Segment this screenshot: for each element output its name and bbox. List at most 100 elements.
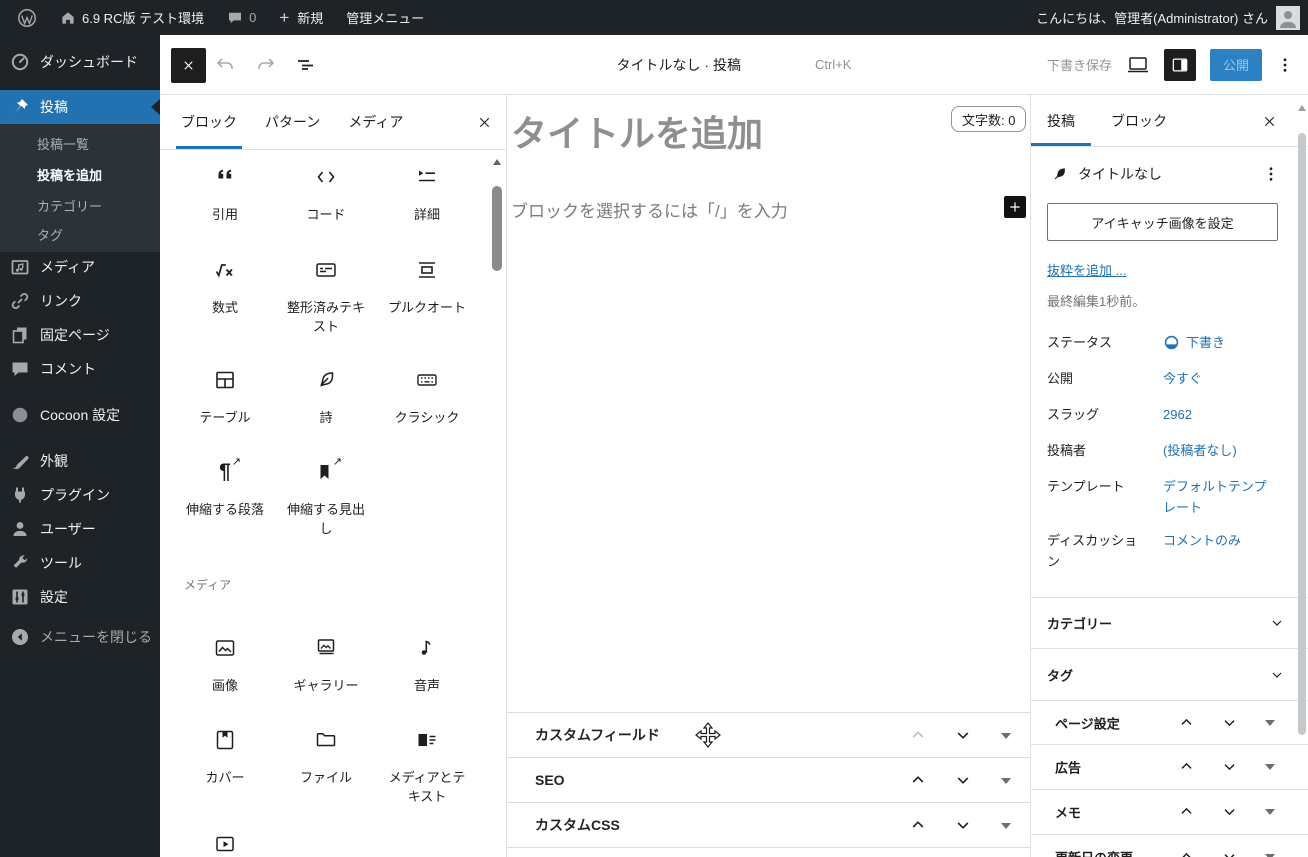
discussion-value[interactable]: コメントのみ <box>1163 530 1241 572</box>
user-greeting[interactable]: こんにちは、管理者(Administrator) さん <box>1036 8 1268 27</box>
move-up-button[interactable] <box>1179 759 1195 775</box>
block-item-stretch-paragraph[interactable]: ¶ ↗ 伸縮する段落 <box>175 456 275 519</box>
status-value[interactable]: 下書き <box>1163 332 1225 353</box>
template-value[interactable]: デフォルトテンプレート <box>1163 476 1275 518</box>
move-up-button[interactable] <box>1179 804 1195 820</box>
move-down-button[interactable] <box>1222 804 1238 820</box>
sidebar-item-settings[interactable]: 設定 <box>0 580 160 614</box>
wordpress-logo-icon[interactable] <box>10 0 44 35</box>
sidebar-item-media[interactable]: メディア <box>0 250 160 284</box>
redo-button[interactable] <box>254 53 278 77</box>
panel-page-settings[interactable]: ページ設定 <box>1031 700 1308 744</box>
block-item-preformatted[interactable]: 整形済みテキスト <box>276 258 376 336</box>
block-item-math[interactable]: 数式 <box>175 258 275 317</box>
sidebar-item-users[interactable]: ユーザー <box>0 512 160 546</box>
move-down-button[interactable] <box>1222 715 1238 731</box>
sidebar-item-tools[interactable]: ツール <box>0 546 160 580</box>
post-title-input[interactable]: タイトルを追加 <box>511 111 763 157</box>
block-item-classic[interactable]: クラシック <box>377 368 477 427</box>
move-down-button[interactable] <box>955 772 971 788</box>
avatar[interactable] <box>1276 5 1300 30</box>
editor-canvas[interactable]: タイトルを追加 文字数: 0 ブロックを選択するには「/」を入力 カスタムフィー… <box>507 95 1030 857</box>
move-down-button[interactable] <box>955 817 971 833</box>
add-block-button[interactable] <box>1004 196 1026 218</box>
toggle-panel-icon[interactable] <box>1265 809 1275 815</box>
block-item-stretch-heading[interactable]: ↗ 伸縮する見出し <box>276 456 376 538</box>
publish-date-value[interactable]: 今すぐ <box>1163 368 1202 389</box>
sidebar-item-tags[interactable]: タグ <box>0 219 160 249</box>
slug-value[interactable]: 2962 <box>1163 404 1192 425</box>
move-down-button[interactable] <box>955 727 971 743</box>
move-up-button[interactable] <box>910 772 926 788</box>
tab-patterns[interactable]: パターン <box>260 95 325 149</box>
block-item-media-text[interactable]: メディアとテキスト <box>377 728 477 806</box>
scroll-up-arrow-icon[interactable] <box>493 159 501 165</box>
document-title-button[interactable]: タイトルなし · 投稿 Ctrl+K <box>617 55 852 75</box>
panel-change-update-date[interactable]: 更新日の変更 <box>1031 834 1308 857</box>
block-item-verse[interactable]: 詩 <box>276 368 376 427</box>
toggle-panel-icon[interactable] <box>1265 764 1275 770</box>
undo-button[interactable] <box>213 53 237 77</box>
block-item-quote[interactable]: 引用 <box>175 165 275 224</box>
move-up-button[interactable] <box>910 817 926 833</box>
metabox-custom-fields[interactable]: カスタムフィールド <box>507 712 1030 757</box>
move-up-button[interactable] <box>1179 849 1195 857</box>
block-item-cover[interactable]: カバー <box>175 728 275 787</box>
metabox-seo[interactable]: SEO <box>507 757 1030 802</box>
move-down-button[interactable] <box>1222 759 1238 775</box>
sidebar-item-collapse-menu[interactable]: メニューを閉じる <box>0 620 160 654</box>
sidebar-item-add-post[interactable]: 投稿を追加 <box>0 159 160 189</box>
add-excerpt-link[interactable]: 抜粋を追加 ... <box>1047 260 1126 279</box>
block-item-pullquote[interactable]: プルクオート <box>377 258 477 317</box>
scroll-up-arrow-icon[interactable] <box>1298 105 1306 111</box>
toggle-panel-icon[interactable] <box>1001 823 1011 829</box>
block-item-file[interactable]: ファイル <box>276 728 376 787</box>
panel-categories[interactable]: カテゴリー <box>1031 597 1308 648</box>
close-inserter-panel-button[interactable] <box>476 114 494 132</box>
toggle-panel-icon[interactable] <box>1001 733 1011 739</box>
block-item-video[interactable] <box>175 833 275 857</box>
toggle-panel-icon[interactable] <box>1265 720 1275 726</box>
block-item-gallery[interactable]: ギャラリー <box>276 636 376 695</box>
tab-blocks[interactable]: ブロック <box>176 95 242 149</box>
scrollbar-thumb[interactable] <box>1298 133 1306 735</box>
site-name-link[interactable]: 6.9 RC版 テスト環境 <box>53 0 211 35</box>
author-value[interactable]: (投稿者なし) <box>1163 440 1237 461</box>
block-item-image[interactable]: 画像 <box>175 636 275 695</box>
block-item-audio[interactable]: 音声 <box>377 636 477 695</box>
sidebar-item-post-list[interactable]: 投稿一覧 <box>0 128 160 158</box>
sidebar-item-links[interactable]: リンク <box>0 284 160 318</box>
new-content-menu[interactable]: + 新規 <box>272 0 330 35</box>
sidebar-item-cocoon-settings[interactable]: Cocoon 設定 <box>0 398 160 432</box>
sidebar-item-dashboard[interactable]: ダッシュボード <box>0 45 160 79</box>
panel-ads[interactable]: 広告 <box>1031 744 1308 789</box>
close-settings-button[interactable] <box>1261 113 1278 130</box>
list-view-button[interactable] <box>293 53 317 77</box>
metabox-custom-css[interactable]: カスタムCSS <box>507 802 1030 847</box>
inserter-scrollbar[interactable] <box>489 151 505 857</box>
close-inserter-button[interactable] <box>171 48 206 83</box>
move-down-button[interactable] <box>1222 849 1238 857</box>
preview-icon[interactable] <box>1126 53 1150 77</box>
tab-block[interactable]: ブロック <box>1091 95 1183 146</box>
set-featured-image-button[interactable]: アイキャッチ画像を設定 <box>1047 203 1278 241</box>
toggle-panel-icon[interactable] <box>1001 778 1011 784</box>
sidebar-item-plugins[interactable]: プラグイン <box>0 478 160 512</box>
save-draft-button[interactable]: 下書き保存 <box>1047 55 1112 74</box>
options-kebab-icon[interactable] <box>1276 54 1294 76</box>
sidebar-item-comments[interactable]: コメント <box>0 352 160 386</box>
toggle-settings-sidebar-button[interactable] <box>1163 48 1196 81</box>
tab-post[interactable]: 投稿 <box>1031 95 1091 146</box>
sidebar-item-posts[interactable]: 投稿 <box>0 90 160 124</box>
panel-memo[interactable]: メモ <box>1031 789 1308 834</box>
sidebar-item-categories[interactable]: カテゴリー <box>0 190 160 220</box>
scrollbar-thumb[interactable] <box>492 186 502 271</box>
post-actions-kebab-icon[interactable] <box>1262 165 1280 183</box>
move-up-button[interactable] <box>910 727 926 743</box>
block-item-code[interactable]: コード <box>276 165 376 224</box>
move-up-button[interactable] <box>1179 715 1195 731</box>
publish-button[interactable]: 公開 <box>1209 48 1262 81</box>
admin-menu-link[interactable]: 管理メニュー <box>339 0 431 35</box>
sidebar-item-appearance[interactable]: 外観 <box>0 444 160 478</box>
panel-tags[interactable]: タグ <box>1031 648 1308 700</box>
